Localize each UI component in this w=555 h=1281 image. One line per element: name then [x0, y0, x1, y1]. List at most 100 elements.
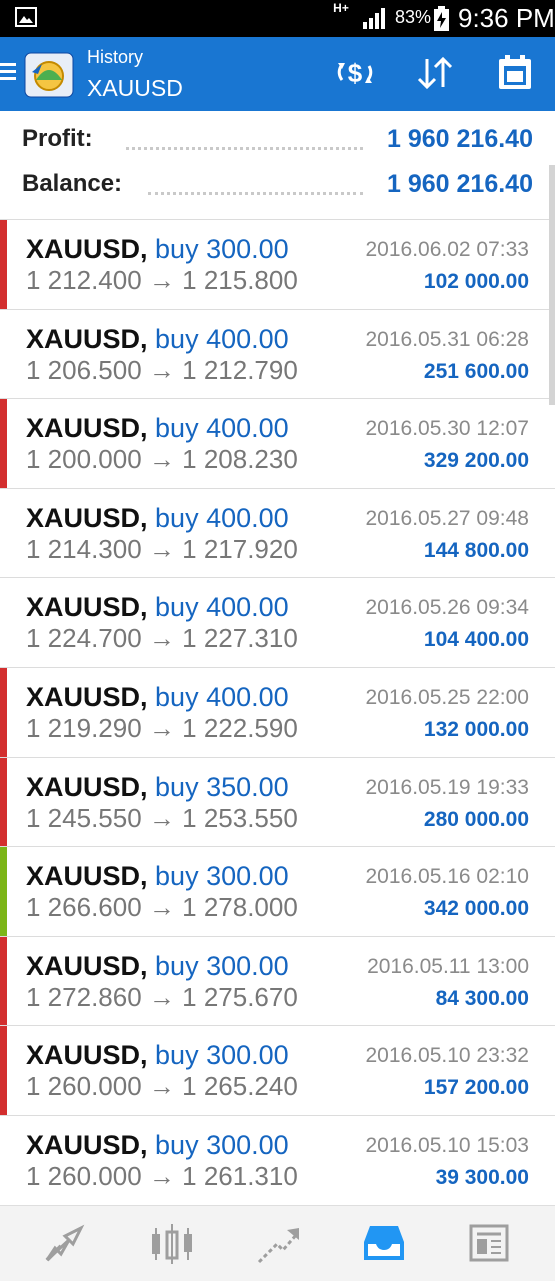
open-price: 1 245.550 [26, 802, 142, 833]
currency-swap-button[interactable]: $ [333, 53, 377, 93]
trade-profit: 157 200.00 [423, 1076, 529, 1100]
nav-quotes[interactable] [41, 1220, 89, 1266]
trade-row[interactable]: XAUUSD, buy 350.00 1 245.550 → 1 253.550 2… [0, 757, 555, 848]
trade-title: XAUUSD, buy 300.00 [26, 234, 289, 265]
open-price: 1 212.400 [26, 265, 142, 295]
trade-title: XAUUSD, buy 400.00 [26, 324, 289, 355]
trade-title: XAUUSD, buy 300.00 [26, 1040, 289, 1071]
profit-row: Profit: 1 960 216.40 [22, 125, 533, 159]
close-price: 1 261.310 [182, 1160, 298, 1191]
arrow-icon: → [148, 354, 175, 385]
trade-profit: 280 000.00 [423, 807, 529, 831]
trade-title: XAUUSD, buy 300.00 [26, 1130, 289, 1161]
balance-row: Balance: 1 960 216.40 [22, 170, 533, 204]
trade-symbol: XAUUSD, [26, 1040, 148, 1071]
trade-prices: 1 260.000 → 1 261.310 [26, 1161, 298, 1192]
open-price: 1 260.000 [26, 1071, 142, 1102]
trade-marker [0, 757, 7, 847]
profit-label: Profit: [22, 125, 93, 152]
open-price: 1 266.600 [26, 892, 142, 923]
trade-time: 2016.05.31 06:28 [365, 327, 530, 351]
network-type: H+ [333, 1, 349, 15]
trade-prices: 1 212.400 → 1 215.800 [26, 265, 298, 296]
nav-history[interactable] [360, 1220, 408, 1266]
trade-icon [257, 1228, 299, 1264]
app-logo-icon[interactable] [24, 52, 74, 98]
trade-row[interactable]: XAUUSD, buy 400.00 1 219.290 → 1 222.590 2… [0, 667, 555, 758]
trade-row[interactable]: XAUUSD, buy 300.00 1 260.000 → 1 265.240 2… [0, 1026, 555, 1116]
trade-prices: 1 266.600 → 1 278.000 [26, 892, 298, 923]
trade-profit: 144 800.00 [423, 538, 529, 562]
sort-icon [417, 56, 453, 90]
leader-dots [126, 147, 363, 150]
close-price: 1 217.920 [182, 533, 298, 564]
trade-profit: 342 000.00 [423, 897, 529, 921]
trade-profit: 102 000.00 [423, 270, 529, 293]
trade-prices: 1 272.860 → 1 275.670 [26, 982, 298, 1013]
trade-time: 2016.05.26 09:34 [365, 596, 530, 620]
trade-symbol: XAUUSD, [26, 234, 148, 264]
trade-marker [0, 1026, 7, 1115]
trade-row[interactable]: XAUUSD, buy 400.00 1 200.000 → 1 208.230 2… [0, 399, 555, 489]
open-price: 1 260.000 [26, 1160, 142, 1191]
trade-row[interactable]: XAUUSD, buy 300.00 1 260.000 → 1 261.310 2… [0, 1116, 555, 1205]
close-price: 1 253.550 [182, 802, 298, 833]
trade-direction: buy 400.00 [155, 323, 289, 354]
calendar-icon [499, 55, 531, 89]
battery-percent: 83% [395, 7, 432, 27]
arrow-icon: → [148, 802, 175, 833]
close-price: 1 275.670 [182, 981, 298, 1012]
trade-symbol: XAUUSD, [26, 592, 148, 623]
close-price: 1 215.800 [182, 265, 298, 295]
sort-button[interactable] [413, 53, 457, 93]
trade-time: 2016.05.19 19:33 [365, 775, 530, 799]
open-price: 1 200.000 [26, 444, 142, 475]
trade-row[interactable]: XAUUSD, buy 300.00 1 272.860 → 1 275.670 2… [0, 936, 555, 1027]
trade-marker [0, 310, 7, 399]
close-price: 1 222.590 [182, 712, 298, 743]
menu-icon[interactable] [0, 63, 16, 81]
trade-direction: buy 350.00 [155, 771, 289, 802]
image-icon [15, 7, 37, 27]
app-header: History XAUUSD $ [0, 37, 555, 111]
trade-prices: 1 206.500 → 1 212.790 [26, 355, 298, 386]
trade-row[interactable]: XAUUSD, buy 300.00 1 212.400 → 1 215.800 2… [0, 220, 555, 310]
trade-row[interactable]: XAUUSD, buy 300.00 1 266.600 → 1 278.000 2… [0, 847, 555, 937]
close-price: 1 227.310 [182, 623, 298, 654]
trade-prices: 1 219.290 → 1 222.590 [26, 713, 298, 744]
trade-profit: 84 300.00 [435, 986, 529, 1010]
status-clock: 9:36 PM [458, 3, 555, 33]
trade-direction: buy 300.00 [155, 1129, 289, 1160]
trade-title: XAUUSD, buy 300.00 [26, 951, 289, 982]
trade-symbol: XAUUSD, [26, 413, 148, 444]
trade-symbol: XAUUSD, [26, 950, 148, 981]
arrow-icon: → [148, 265, 175, 295]
trade-profit: 251 600.00 [423, 359, 529, 383]
trade-direction: buy 300.00 [155, 861, 289, 892]
trade-time: 2016.05.11 13:00 [367, 954, 529, 978]
trade-symbol: XAUUSD, [26, 861, 148, 892]
close-price: 1 265.240 [182, 1071, 298, 1102]
trade-history-list[interactable]: XAUUSD, buy 300.00 1 212.400 → 1 215.800 2… [0, 220, 555, 1205]
trade-row[interactable]: XAUUSD, buy 400.00 1 214.300 → 1 217.920 2… [0, 489, 555, 579]
trade-title: XAUUSD, buy 400.00 [26, 503, 289, 534]
open-price: 1 214.300 [26, 533, 142, 564]
trade-profit: 39 300.00 [435, 1165, 529, 1189]
trade-row[interactable]: XAUUSD, buy 400.00 1 206.500 → 1 212.790 2… [0, 310, 555, 400]
scrollbar[interactable] [549, 165, 555, 405]
nav-chart[interactable] [148, 1220, 196, 1266]
trade-row[interactable]: XAUUSD, buy 400.00 1 224.700 → 1 227.310 2… [0, 578, 555, 668]
open-price: 1 206.500 [26, 354, 142, 385]
chart-icon [152, 1224, 192, 1264]
trade-time: 2016.05.30 12:07 [365, 417, 530, 441]
nav-trade[interactable] [255, 1220, 303, 1266]
arrow-icon: → [148, 533, 175, 564]
trade-title: XAUUSD, buy 400.00 [26, 592, 289, 623]
calendar-button[interactable] [493, 53, 537, 93]
leader-dots [148, 192, 363, 195]
signal-icon [363, 8, 385, 29]
arrow-icon: → [148, 892, 175, 923]
nav-news[interactable] [465, 1220, 513, 1266]
account-summary: Profit: 1 960 216.40 Balance: 1 960 216.… [0, 111, 555, 220]
trade-symbol: XAUUSD, [26, 502, 148, 533]
